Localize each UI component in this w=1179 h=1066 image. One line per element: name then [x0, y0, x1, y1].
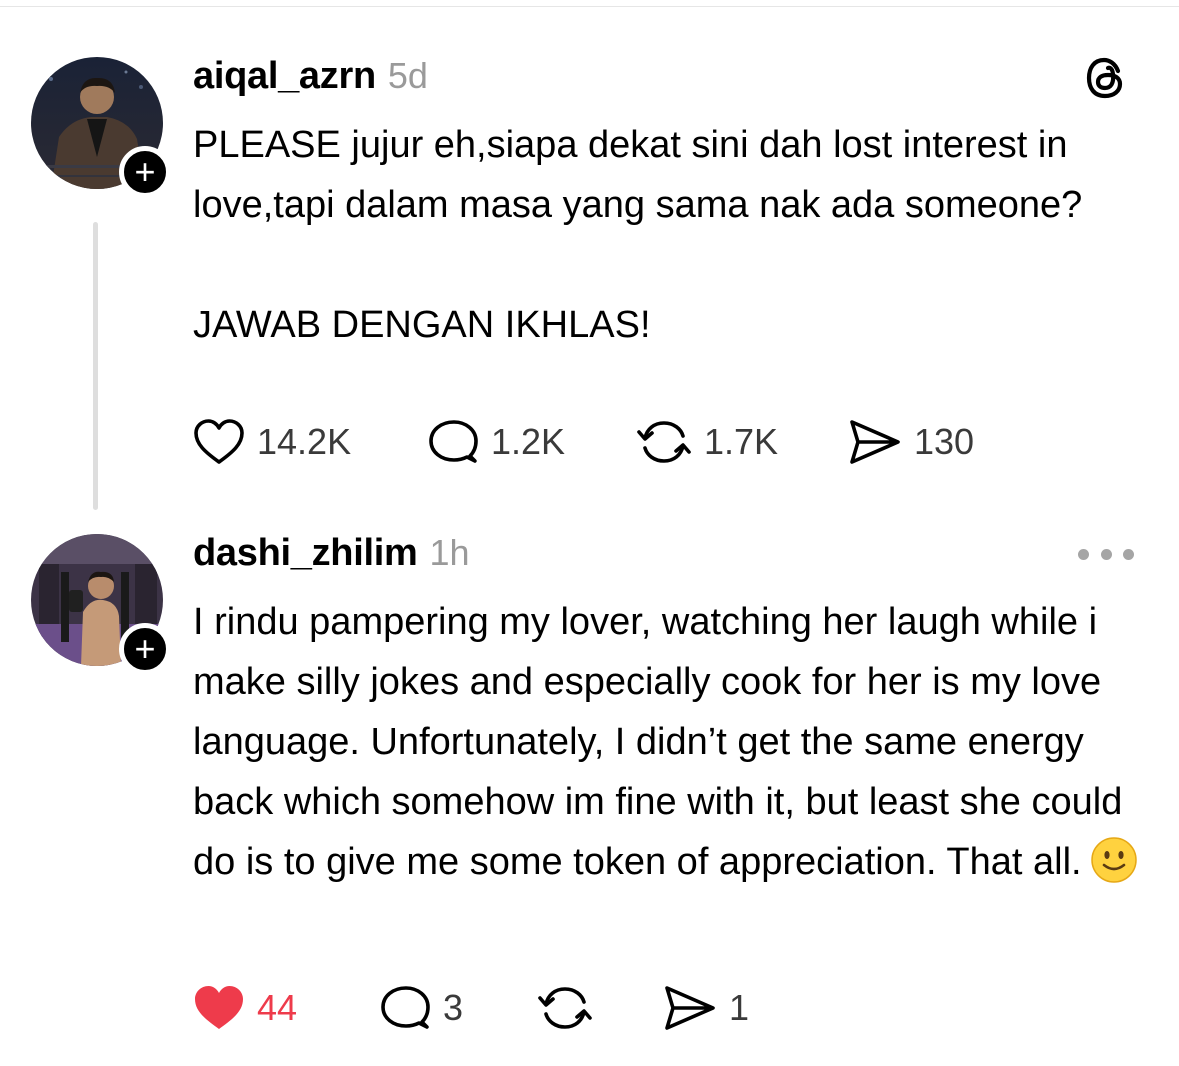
comment-icon [429, 420, 478, 463]
post-body: I rindu pampering my lover, watching her… [193, 592, 1153, 892]
reply-button[interactable]: 3 [379, 982, 463, 1034]
repost-count: 1.7K [704, 421, 779, 462]
slightly-smiling-face-icon [1090, 836, 1138, 884]
threads-logo-icon [1082, 54, 1130, 102]
share-button[interactable]: 130 [848, 416, 974, 468]
repost-button[interactable] [537, 982, 593, 1034]
username[interactable]: dashi_zhilim [193, 532, 418, 575]
share-count: 130 [914, 421, 975, 462]
dot [1078, 548, 1089, 560]
follow-button[interactable]: + [119, 146, 171, 198]
post-header: dashi_zhilim 1h [193, 532, 470, 575]
heart-filled-icon [195, 986, 243, 1029]
post-time: 1h [429, 532, 470, 573]
like-count: 14.2K [257, 421, 352, 462]
dot [1100, 548, 1112, 560]
repost-button[interactable]: 1.7K [636, 416, 778, 468]
share-count: 1 [729, 987, 750, 1028]
reply-count: 1.2K [491, 421, 566, 462]
comment-icon [381, 986, 430, 1029]
repost-icon [637, 421, 691, 463]
username[interactable]: aiqal_azrn [193, 55, 376, 98]
like-count: 44 [257, 987, 298, 1028]
post-body: PLEASE jujur eh,siapa dekat sini dah los… [193, 115, 1153, 355]
heart-icon [194, 419, 244, 464]
reply-count: 3 [443, 987, 464, 1028]
dot [1123, 548, 1134, 560]
thread-connector-line [93, 222, 98, 510]
post-text-paragraph: JAWAB DENGAN IKHLAS! [193, 304, 651, 346]
more-options-icon[interactable] [1078, 542, 1134, 566]
post-text-paragraph: PLEASE jujur eh,siapa dekat sini dah los… [193, 124, 1083, 226]
thread-reply: + dashi_zhilim 1h I rindu pampering my l… [0, 520, 1179, 1066]
like-button[interactable]: 44 [193, 982, 297, 1034]
thread-post-root: + aiqal_azrn 5d PLEASE jujur eh,siapa de… [0, 0, 1179, 520]
post-time: 5d [387, 55, 428, 96]
like-button[interactable]: 14.2K [193, 416, 351, 468]
share-button[interactable]: 1 [663, 982, 749, 1034]
post-text: I rindu pampering my lover, watching her… [193, 601, 1123, 883]
follow-button[interactable]: + [119, 623, 171, 675]
reply-button[interactable]: 1.2K [427, 416, 565, 468]
send-icon [850, 420, 900, 464]
post-header: aiqal_azrn 5d [193, 55, 428, 98]
repost-icon [538, 987, 592, 1029]
send-icon [665, 986, 715, 1030]
